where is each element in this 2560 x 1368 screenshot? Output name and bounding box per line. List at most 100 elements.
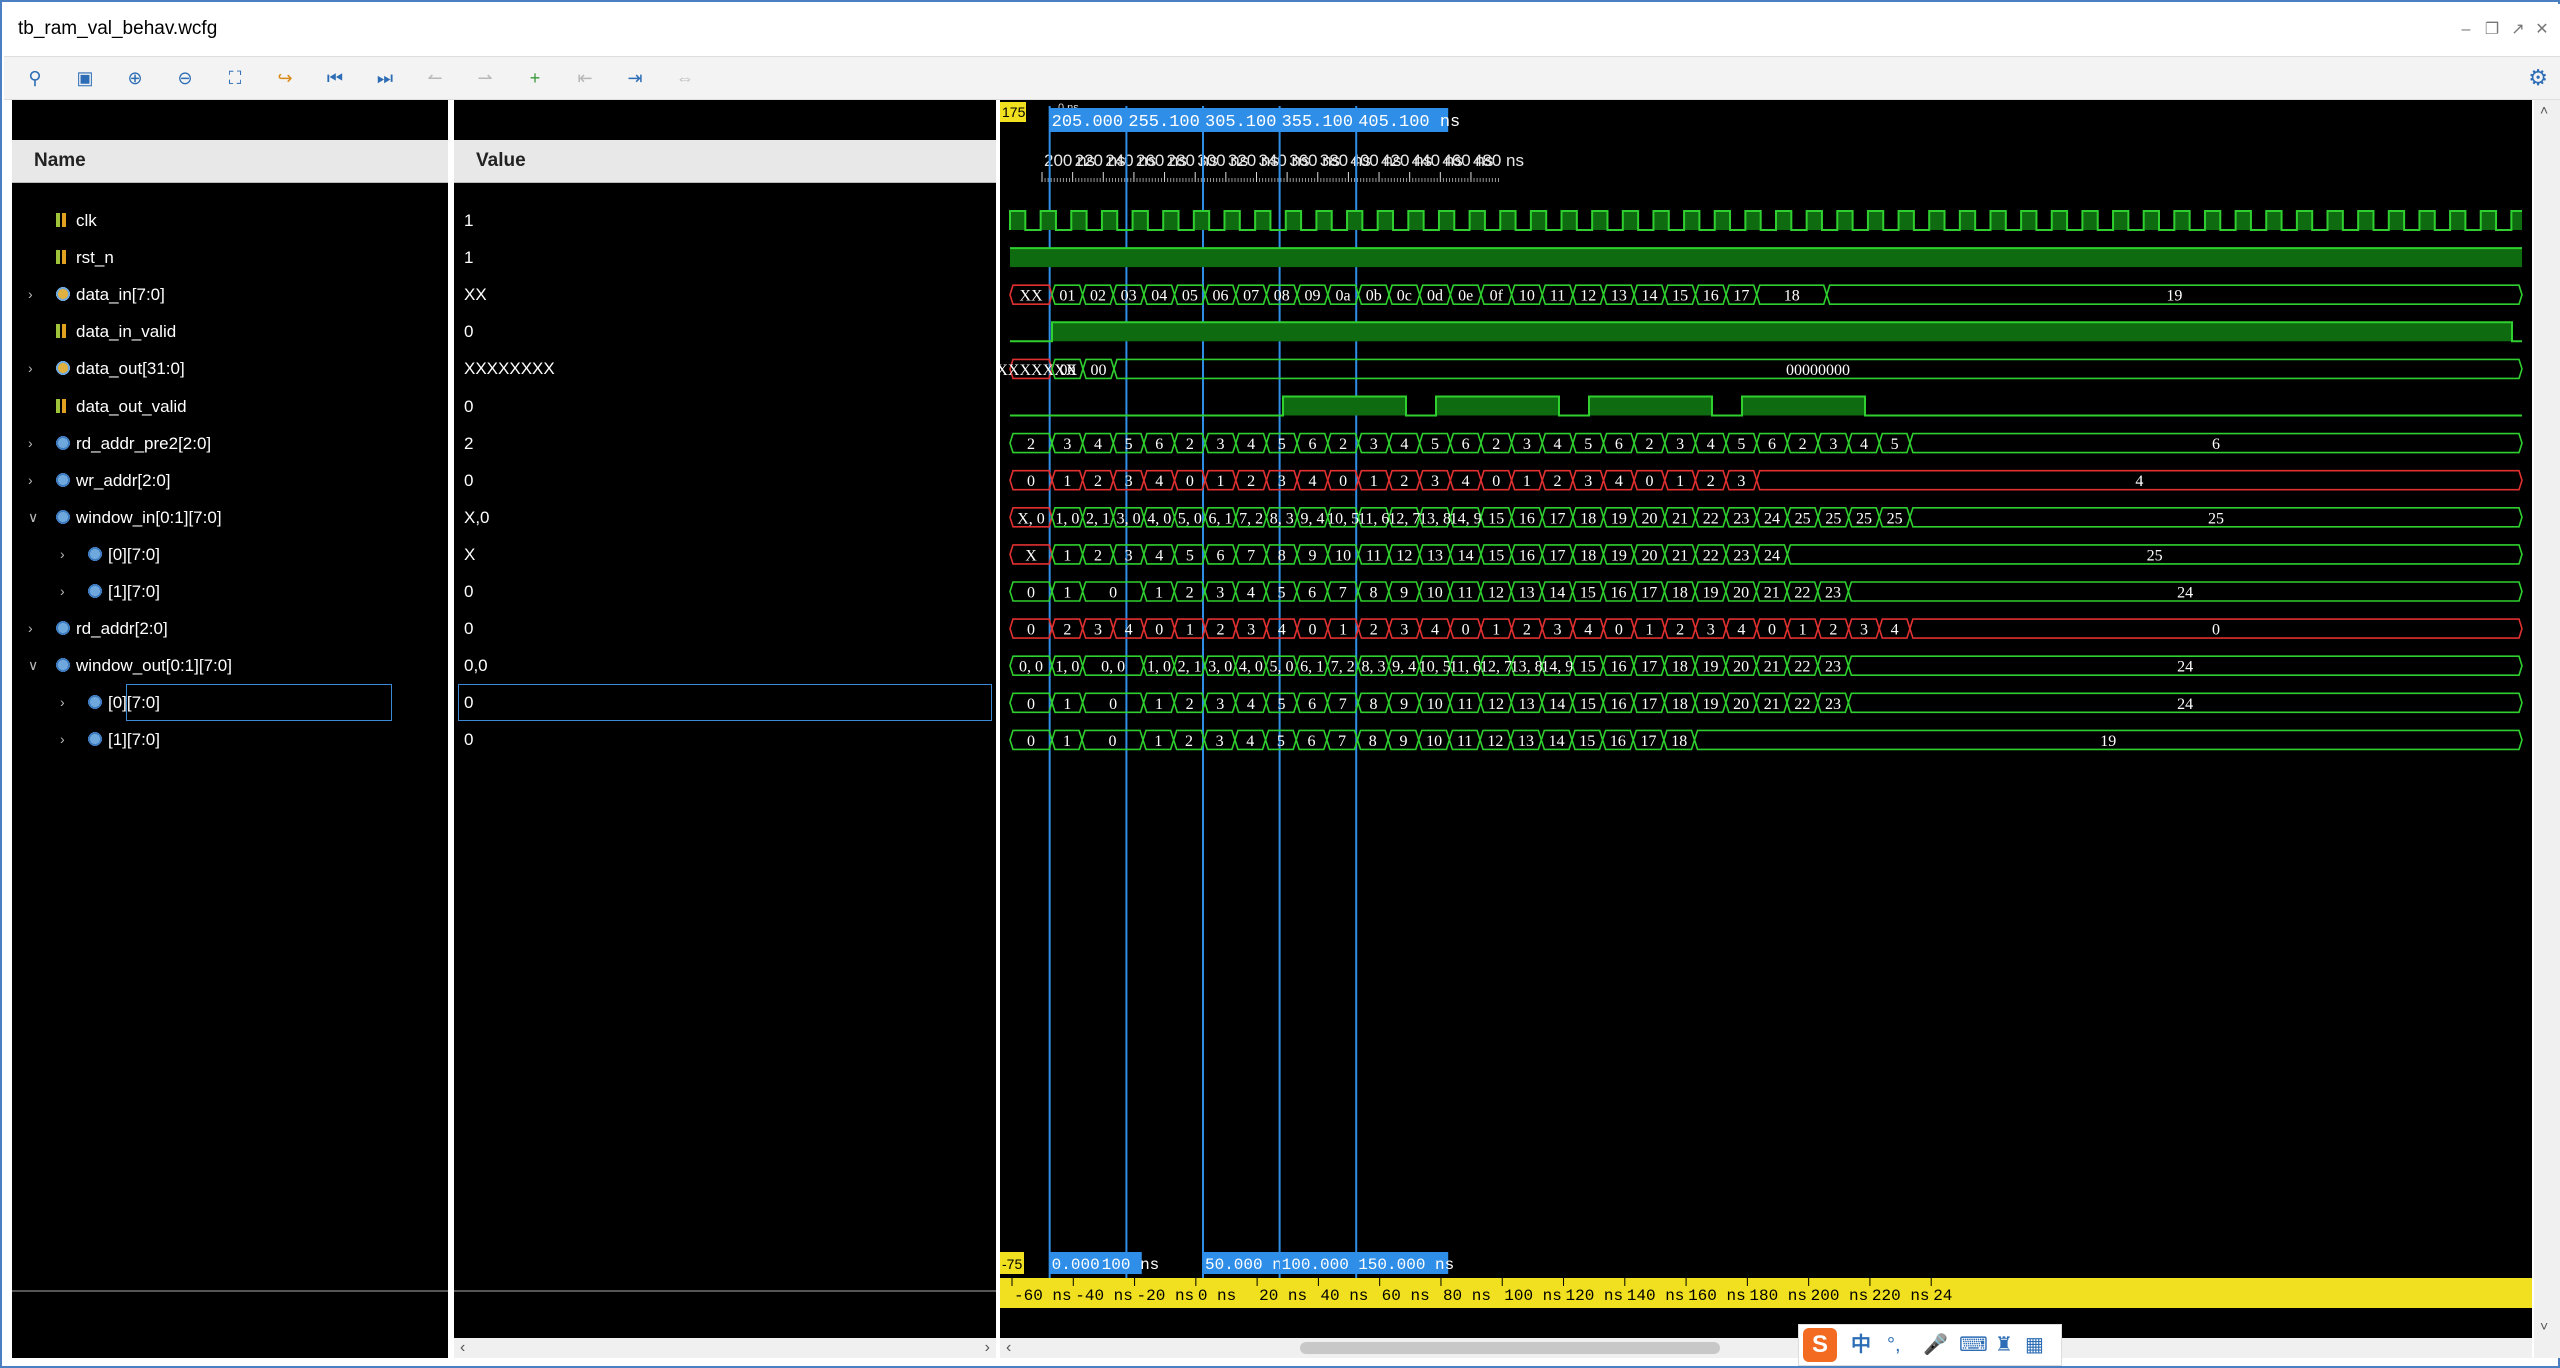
mic-icon[interactable]: 🎤 bbox=[1923, 1331, 1948, 1359]
signal-row[interactable]: › [1][7:0] bbox=[12, 573, 448, 610]
search-icon[interactable]: ⚲ bbox=[20, 63, 50, 93]
value-row[interactable]: 1 bbox=[454, 239, 996, 276]
bus-value-label: 18 bbox=[1672, 585, 1688, 602]
close-icon[interactable]: ✕ bbox=[2532, 20, 2552, 40]
expand-chevron-icon[interactable]: › bbox=[28, 276, 33, 313]
go-to-start-icon[interactable]: ⏮ bbox=[320, 63, 350, 93]
scroll-up-icon[interactable]: ˄ bbox=[2540, 102, 2548, 118]
signal-row[interactable]: › rd_addr_pre2[2:0] bbox=[12, 425, 448, 462]
save-icon[interactable]: ▣ bbox=[70, 63, 100, 93]
scalar-signal-icon bbox=[56, 324, 70, 339]
expand-chevron-icon[interactable]: › bbox=[60, 721, 65, 758]
value-row[interactable]: 1 bbox=[454, 202, 996, 239]
clock-high-fill bbox=[1592, 211, 1608, 230]
expand-chevron-icon[interactable]: › bbox=[28, 462, 33, 499]
value-row[interactable]: 0 bbox=[454, 610, 996, 647]
keyboard-icon[interactable]: ⌨ bbox=[1959, 1331, 1988, 1359]
sogou-logo[interactable]: S bbox=[1803, 1328, 1837, 1362]
waveform-panel[interactable]: 200 ns 220 ns 2 40 ns 2 60 ns 2 80 ns 3 0 0 ns 3 20 … bbox=[1000, 100, 2532, 1358]
signal-row[interactable]: › [0][7:0] bbox=[12, 536, 448, 573]
gear-icon[interactable]: ⚙ bbox=[2528, 63, 2548, 93]
ime-chinese-mode[interactable]: 中 bbox=[1851, 1331, 1871, 1359]
signal-row[interactable]: ∨ window_out[0:1][7:0] bbox=[12, 647, 448, 684]
signal-row[interactable]: ∨ window_in[0:1][7:0] bbox=[12, 499, 448, 536]
signal-row[interactable]: › wr_addr[2:0] bbox=[12, 462, 448, 499]
add-marker-icon[interactable]: + bbox=[520, 63, 550, 93]
signal-high-fill bbox=[1589, 396, 1712, 416]
bus-value-label: 11 bbox=[1458, 585, 1473, 602]
expand-chevron-icon[interactable]: › bbox=[60, 573, 65, 610]
value-row[interactable]: 0,0 bbox=[454, 647, 996, 684]
collapse-chevron-icon[interactable]: ∨ bbox=[28, 499, 38, 536]
ime-punctuation[interactable]: °, bbox=[1887, 1331, 1901, 1359]
bus-value-label: 18 bbox=[1580, 510, 1596, 527]
value-row[interactable]: 0 bbox=[454, 684, 996, 722]
expand-chevron-icon[interactable]: › bbox=[60, 684, 65, 721]
bottom-ruler-label: 180 ns bbox=[1749, 1287, 1807, 1305]
bus-value-label: 8 bbox=[1369, 733, 1377, 750]
value-row[interactable]: XX bbox=[454, 276, 996, 313]
signal-name: data_out_valid bbox=[76, 396, 187, 416]
bus-value-label: 1 bbox=[1063, 585, 1071, 602]
value-row[interactable]: 2 bbox=[454, 425, 996, 462]
zoom-fit-icon[interactable]: ⛶ bbox=[220, 63, 250, 93]
expand-chevron-icon[interactable]: › bbox=[28, 350, 33, 387]
value-row[interactable]: X bbox=[454, 536, 996, 573]
waveform-canvas[interactable]: 200 ns220 ns 2 40 ns 2 60 ns 2 80 ns 3 0 0 ns 3 20 … bbox=[1000, 100, 2532, 1338]
signal-value: XXXXXXXX bbox=[464, 359, 555, 379]
scroll-down-icon[interactable]: ˅ bbox=[2540, 1318, 2548, 1334]
value-row[interactable]: XXXXXXXX bbox=[454, 350, 996, 387]
signal-row[interactable]: › rd_addr[2:0] bbox=[12, 610, 448, 647]
scroll-left-icon[interactable]: ‹ bbox=[460, 1338, 465, 1358]
value-row[interactable]: 0 bbox=[454, 388, 996, 425]
go-to-end-icon[interactable]: ⏭ bbox=[370, 63, 400, 93]
signal-row[interactable]: clk bbox=[12, 202, 448, 239]
vertical-scrollbar[interactable]: ˄ ˅ bbox=[2534, 100, 2560, 1358]
bus-value-label: 17 bbox=[1641, 696, 1657, 713]
bus-value-label: 2 bbox=[1492, 436, 1500, 453]
value-scrollbar[interactable]: ‹ › bbox=[454, 1338, 996, 1358]
value-row[interactable]: 0 bbox=[454, 573, 996, 610]
signal-row[interactable]: data_in_valid bbox=[12, 313, 448, 350]
value-row[interactable]: 0 bbox=[454, 313, 996, 350]
signal-row[interactable]: › [0][7:0] bbox=[12, 684, 448, 722]
signal-row[interactable]: › data_in[7:0] bbox=[12, 276, 448, 313]
scroll-thumb[interactable] bbox=[1300, 1342, 1720, 1354]
expand-chevron-icon[interactable]: › bbox=[28, 425, 33, 462]
expand-chevron-icon[interactable]: › bbox=[28, 610, 33, 647]
previous-marker-icon[interactable]: ⇤ bbox=[570, 63, 600, 93]
restore-icon[interactable]: ❐ bbox=[2482, 20, 2502, 40]
bus-value-label: 2 bbox=[1217, 622, 1225, 639]
next-marker-icon[interactable]: ⇥ bbox=[620, 63, 650, 93]
waveform-scrollbar[interactable]: ‹ bbox=[1000, 1338, 2532, 1358]
signal-row[interactable]: › [1][7:0] bbox=[12, 721, 448, 758]
shirt-icon[interactable]: ♜ bbox=[1995, 1331, 2013, 1359]
bus-value-label: 21 bbox=[1764, 696, 1780, 713]
zoom-in-icon[interactable]: ⊕ bbox=[120, 63, 150, 93]
bus-value-label: 08 bbox=[1274, 288, 1290, 305]
bus-value-label: 3 bbox=[1554, 622, 1562, 639]
value-row[interactable]: X,0 bbox=[454, 499, 996, 536]
swap-cursors-icon[interactable]: ⇔ bbox=[670, 63, 700, 93]
bus-value-label: 25 bbox=[1887, 510, 1903, 527]
signal-row[interactable]: › data_out[31:0] bbox=[12, 350, 448, 387]
bus-value-label: 2 bbox=[1400, 473, 1408, 490]
minimize-icon[interactable]: – bbox=[2456, 20, 2476, 40]
bus-value-label: 15 bbox=[1488, 510, 1504, 527]
scroll-left-icon[interactable]: ‹ bbox=[1006, 1338, 1011, 1358]
collapse-chevron-icon[interactable]: ∨ bbox=[28, 647, 38, 684]
expand-chevron-icon[interactable]: › bbox=[60, 536, 65, 573]
name-scrollbar[interactable] bbox=[12, 1338, 448, 1358]
zoom-out-icon[interactable]: ⊖ bbox=[170, 63, 200, 93]
grid-icon[interactable]: ▦ bbox=[2025, 1331, 2044, 1359]
go-to-cursor-icon[interactable]: ↪ bbox=[270, 63, 300, 93]
float-icon[interactable]: ↗ bbox=[2508, 20, 2528, 40]
signal-row[interactable]: rst_n bbox=[12, 239, 448, 276]
signal-value: 0 bbox=[464, 396, 474, 416]
signal-row[interactable]: data_out_valid bbox=[12, 388, 448, 425]
next-transition-icon[interactable]: ⇀ bbox=[470, 63, 500, 93]
scroll-right-icon[interactable]: › bbox=[985, 1338, 990, 1358]
value-row[interactable]: 0 bbox=[454, 462, 996, 499]
previous-transition-icon[interactable]: ↼ bbox=[420, 63, 450, 93]
value-row[interactable]: 0 bbox=[454, 721, 996, 758]
